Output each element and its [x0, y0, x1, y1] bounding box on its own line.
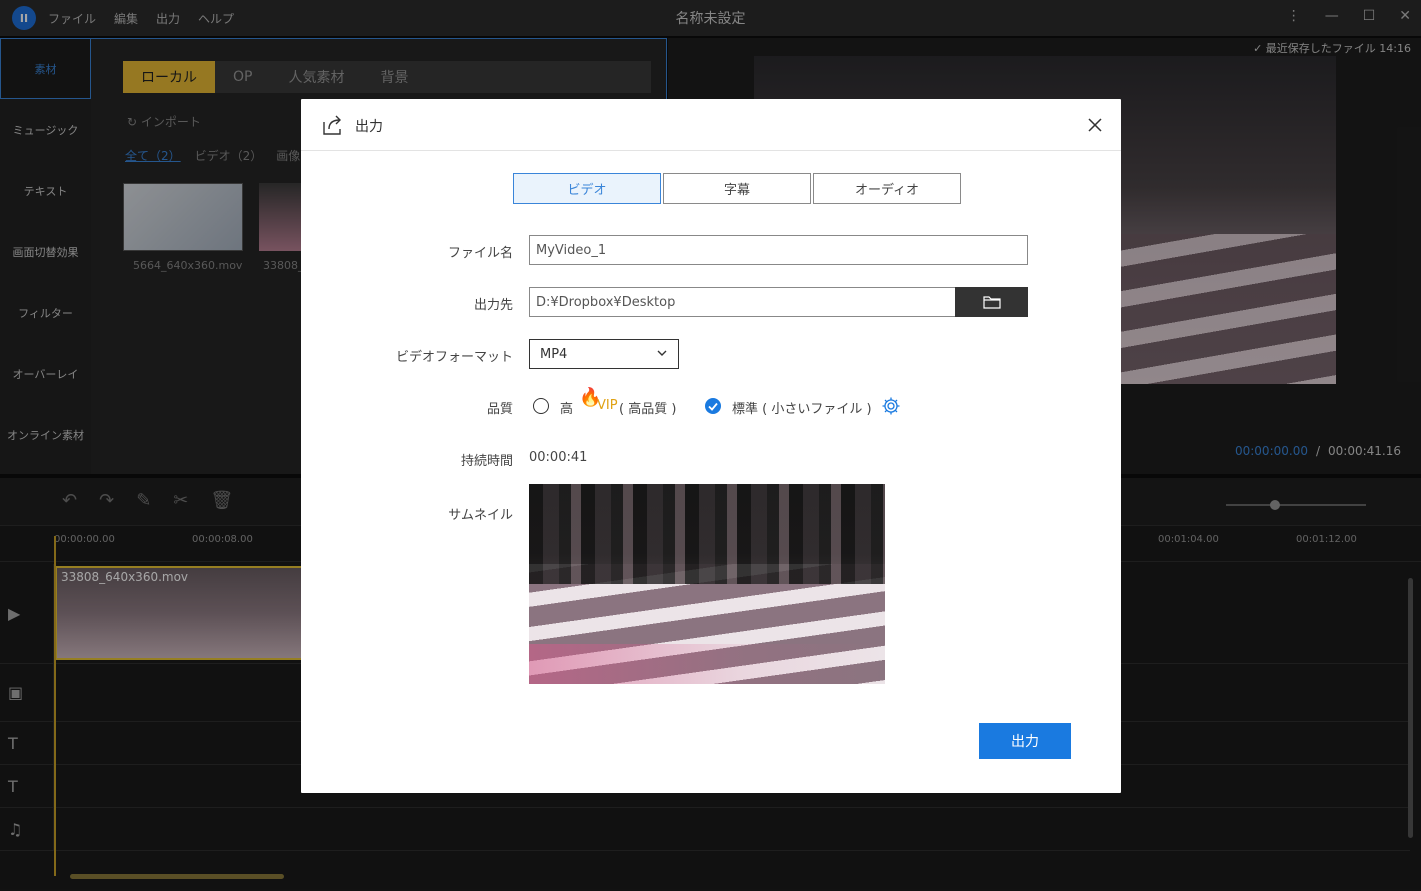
browse-folder-button[interactable]: [955, 287, 1028, 317]
chevron-down-icon: [657, 350, 667, 356]
quality-standard-label: 標準 ( 小さいファイル ): [732, 402, 872, 417]
checkmark-icon: [708, 402, 718, 411]
dialog-header: 出力: [301, 99, 1121, 151]
quality-high-suffix: ( 高品質 ): [619, 402, 677, 417]
export-button[interactable]: 出力: [979, 723, 1071, 759]
quality-standard-radio[interactable]: [705, 398, 721, 414]
pedestrians-image: [529, 484, 885, 584]
dialog-title: 出力: [355, 119, 383, 135]
filename-label: ファイル名: [447, 246, 513, 261]
export-dialog: 出力 ビデオ 字幕 オーディオ ファイル名 MyVideo_1 出力先 D:¥D…: [301, 99, 1121, 793]
quality-label: 品質: [486, 402, 513, 417]
quality-high-radio[interactable]: [533, 398, 549, 414]
quality-high-label: 高: [560, 402, 574, 417]
destination-field[interactable]: D:¥Dropbox¥Desktop: [529, 287, 956, 317]
destination-label: 出力先: [473, 298, 513, 313]
tab-audio[interactable]: オーディオ: [813, 173, 961, 204]
export-icon: [323, 115, 341, 135]
duration-value: 00:00:41: [529, 450, 588, 465]
vip-badge: VIP: [597, 398, 618, 413]
tab-video[interactable]: ビデオ: [513, 173, 661, 204]
folder-icon: [982, 296, 1001, 309]
thumbnail-label: サムネイル: [448, 508, 513, 523]
duration-label: 持続時間: [460, 454, 513, 469]
format-label: ビデオフォーマット: [395, 350, 513, 365]
format-select[interactable]: MP4: [529, 339, 679, 369]
export-type-tabs: ビデオ 字幕 オーディオ: [513, 173, 961, 204]
filename-field[interactable]: MyVideo_1: [529, 235, 1028, 265]
gear-icon[interactable]: [881, 396, 901, 416]
pink-tint: [529, 644, 885, 684]
format-value: MP4: [540, 346, 568, 362]
app-window: II ファイル 編集 出力 ヘルプ 名称未設定 ⋮ — ☐ ✕ 素材 ミュージッ…: [0, 0, 1421, 891]
thumbnail-image: [529, 484, 885, 684]
close-icon[interactable]: [1083, 113, 1107, 137]
tab-subtitles[interactable]: 字幕: [663, 173, 811, 204]
